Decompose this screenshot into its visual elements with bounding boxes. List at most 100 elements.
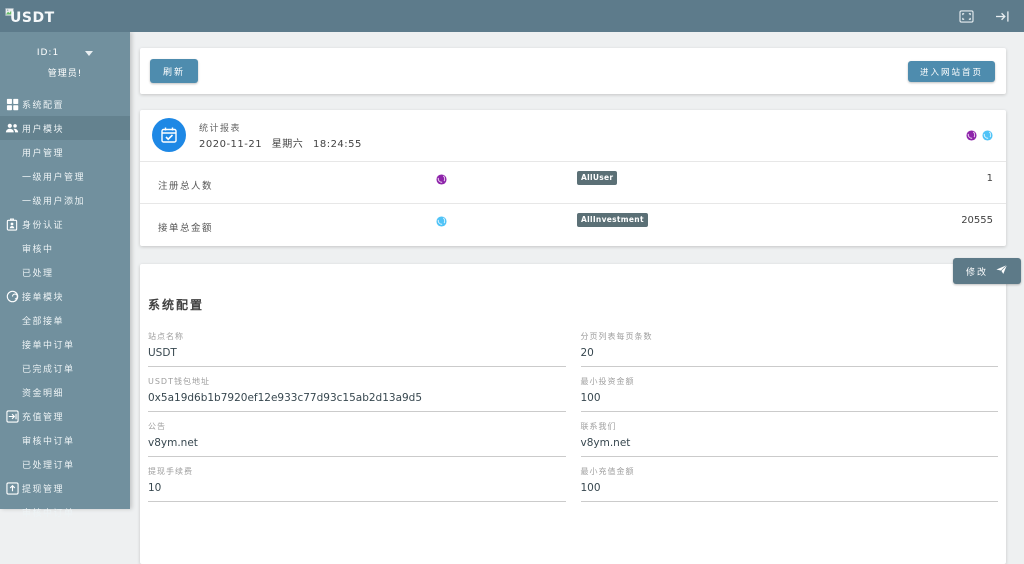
stat-badge: AllInvestment <box>577 213 648 227</box>
field-input[interactable]: 100 <box>580 392 998 412</box>
stats-header-icons <box>966 126 993 145</box>
stat-row: 注册总人数 AllUser 1 <box>140 161 1006 203</box>
sidebar-item[interactable]: 系统配置 <box>0 92 130 116</box>
sidebar-item[interactable]: 提现管理 <box>0 476 130 500</box>
id-card-icon <box>5 217 19 231</box>
stat-label: 接单总金额 <box>158 223 214 234</box>
field-label: 最小充值金额 <box>580 467 635 476</box>
top-header: USDT <box>0 0 1024 32</box>
spiral-icon <box>5 289 19 303</box>
sidebar-item-label: 身份认证 <box>22 220 65 231</box>
sidebar-item[interactable]: 全部接单 <box>0 308 130 332</box>
field-label: 联系我们 <box>580 422 617 431</box>
go-to-site-home-button[interactable]: 进入网站首页 <box>907 61 995 82</box>
sidebar-item[interactable]: 已处理 <box>0 260 130 284</box>
user-id: ID:1 <box>36 48 60 58</box>
sidebar-item[interactable]: 一级用户管理 <box>0 164 130 188</box>
sidebar-item-label: 充值管理 <box>22 412 65 423</box>
submit-button[interactable]: 修改 <box>953 258 1021 284</box>
form-field: 提现手续费 10 <box>148 466 566 502</box>
globe-purple-icon <box>436 170 447 189</box>
stat-row: 接单总金额 AllInvestment 20555 <box>140 203 1006 245</box>
fullscreen-icon[interactable] <box>958 8 974 24</box>
sidebar-item[interactable]: 审核中 <box>0 236 130 260</box>
logout-icon[interactable] <box>994 8 1010 24</box>
sidebar-item[interactable]: 充值管理 <box>0 404 130 428</box>
sidebar-item[interactable]: 已完成订单 <box>0 356 130 380</box>
users-icon <box>5 121 19 135</box>
sidebar-item[interactable]: 一级用户添加 <box>0 188 130 212</box>
sidebar-user-block: ID:1 管理员! <box>0 32 130 90</box>
form-fields: 站点名称 USDT 分页列表每页条数 20 USDT钱包地址 0x5a19d6b1b792… <box>148 331 998 511</box>
field-label: 最小投资金额 <box>580 377 635 386</box>
sidebar-item-label: 全部接单 <box>22 316 65 327</box>
stat-label: 注册总人数 <box>158 181 214 192</box>
chevron-down-icon <box>85 50 94 56</box>
form-field: 分页列表每页条数 20 <box>580 331 998 367</box>
deposit-icon <box>5 409 19 423</box>
field-input[interactable]: 0x5a19d6b1b7920ef12e933c77d93c15ab2d13a9… <box>148 392 566 412</box>
sidebar-item-label: 已处理 <box>22 268 54 279</box>
sidebar-item[interactable]: 身份认证 <box>0 212 130 236</box>
globe-purple-icon <box>966 126 977 145</box>
toolbar-card: 刷新 进入网站首页 <box>140 48 1006 94</box>
sidebar-item-label: 已完成订单 <box>22 364 75 375</box>
form-field: 最小投资金额 100 <box>580 376 998 412</box>
field-label: 公告 <box>148 422 166 431</box>
field-label: 站点名称 <box>148 332 184 341</box>
sidebar-item-label: 审核中订单 <box>22 436 75 447</box>
globe-blue-icon <box>436 212 447 231</box>
sidebar-item-label: 审核中 <box>22 244 54 255</box>
sidebar-menu: 系统配置用户模块用户管理一级用户管理一级用户添加 身份认证审核中已处理接单模块全部… <box>0 92 130 524</box>
main-content: 刷新 进入网站首页 统计报表 2020-11-21 星期六 18:24:55 注… <box>130 32 1024 564</box>
form-field: 站点名称 USDT <box>148 331 566 367</box>
sidebar-item-label: 接单中订单 <box>22 340 75 351</box>
stat-badge: AllUser <box>577 171 618 185</box>
form-field: 公告 v8ym.net <box>148 421 566 457</box>
sidebar-item-label: 系统配置 <box>22 100 65 111</box>
sidebar-item[interactable]: 接单模块 <box>0 284 130 308</box>
sidebar-item[interactable]: 用户管理 <box>0 140 130 164</box>
sidebar-item-label: 已处理订单 <box>22 460 75 471</box>
sidebar-item-label: 审核中订单 <box>22 508 75 519</box>
sidebar-item[interactable]: 用户模块 <box>0 116 130 140</box>
stat-value: 20555 <box>961 215 993 226</box>
logo-text: USDT <box>10 10 55 26</box>
user-role: 管理员! <box>47 69 83 79</box>
stats-rows: 注册总人数 AllUser 1 接单总金额 AllInvestment 20555 <box>140 161 1006 245</box>
refresh-button[interactable]: 刷新 <box>150 59 198 83</box>
field-input[interactable]: 20 <box>580 347 998 367</box>
globe-blue-icon <box>982 126 993 145</box>
sidebar-item[interactable]: 审核中订单 <box>0 500 130 524</box>
field-input[interactable]: v8ym.net <box>580 437 998 457</box>
field-label: 分页列表每页条数 <box>580 332 653 341</box>
form-title: 系统配置 <box>148 298 205 312</box>
sidebar-item-label: 提现管理 <box>22 484 65 495</box>
system-config-card: 系统配置 站点名称 USDT 分页列表每页条数 20 USDT钱包地址 0x5a19d6b… <box>140 264 1006 564</box>
field-label: 提现手续费 <box>148 467 193 476</box>
sidebar-item[interactable]: 接单中订单 <box>0 332 130 356</box>
sidebar-item-label: 用户管理 <box>22 148 65 159</box>
field-input[interactable]: 100 <box>580 482 998 502</box>
field-input[interactable]: USDT <box>148 347 566 367</box>
stats-title: 统计报表 <box>199 124 242 134</box>
field-input[interactable]: 10 <box>148 482 566 502</box>
withdraw-icon <box>5 481 19 495</box>
field-input[interactable]: v8ym.net <box>148 437 566 457</box>
sidebar-item[interactable]: 资金明细 <box>0 380 130 404</box>
stat-value: 1 <box>986 173 993 184</box>
user-dropdown[interactable]: ID:1 <box>0 48 130 58</box>
sidebar: ID:1 管理员! 系统配置用户模块用户管理一级用户管理一级用户添加 身份认证审核… <box>0 32 130 519</box>
stats-card-header: 统计报表 2020-11-21 星期六 18:24:55 <box>140 110 1006 161</box>
sidebar-item[interactable]: 已处理订单 <box>0 452 130 476</box>
sidebar-item[interactable]: 审核中订单 <box>0 428 130 452</box>
sidebar-item-label: 一级用户添加 <box>22 196 86 207</box>
sidebar-item-label: 用户模块 <box>22 124 65 135</box>
calendar-check-icon <box>152 118 186 152</box>
form-field: 最小充值金额 100 <box>580 466 998 502</box>
sidebar-item-label: 资金明细 <box>22 388 65 399</box>
stats-datetime: 2020-11-21 星期六 18:24:55 <box>199 139 362 150</box>
form-field: USDT钱包地址 0x5a19d6b1b7920ef12e933c77d93c15… <box>148 376 566 412</box>
field-label: USDT钱包地址 <box>148 377 210 386</box>
send-icon <box>994 263 1008 278</box>
